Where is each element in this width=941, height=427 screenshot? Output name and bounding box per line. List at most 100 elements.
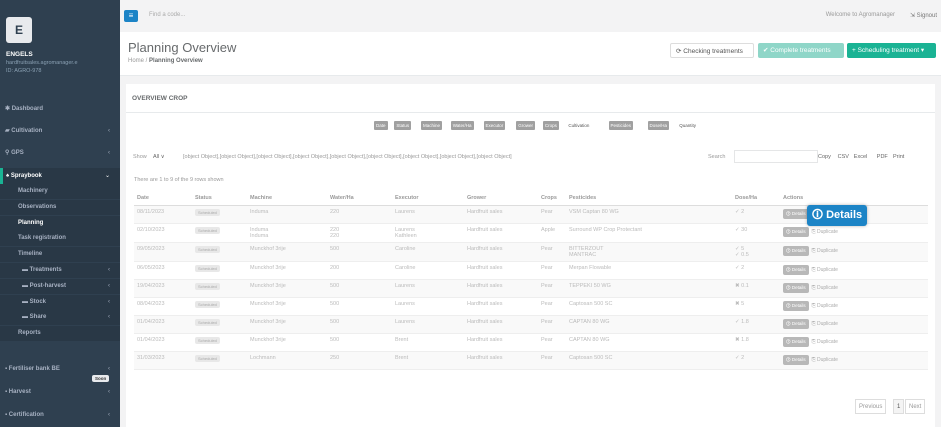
- subnav-item-share[interactable]: ▬ Share ‹: [0, 310, 120, 326]
- details-button[interactable]: 🛈 Details: [783, 208, 809, 219]
- grower-cell-line: Hardfruit sales: [467, 336, 503, 343]
- subnav-item-treatments[interactable]: ▬ Treatments ‹: [0, 263, 120, 278]
- machine-cell-line: Munckhof 3rije: [250, 318, 286, 325]
- duplicate-button[interactable]: ⎘ Duplicate: [812, 285, 838, 291]
- export-copy-button[interactable]: Copy: [818, 154, 831, 160]
- details-button[interactable]: 🛈 Details: [783, 318, 809, 329]
- subnav-item-planning[interactable]: Planning: [0, 215, 120, 231]
- column-toggle-grower[interactable]: Grower: [516, 121, 536, 130]
- water-cell: 500: [327, 279, 392, 298]
- nav-item-cultivation[interactable]: ▰ Cultivation ‹: [0, 123, 120, 139]
- nav-item-certification[interactable]: ▪ Certification ‹: [0, 407, 120, 423]
- subnav-item-task-registration[interactable]: Task registration: [0, 231, 120, 247]
- signout-link[interactable]: ⇲ Signout: [910, 12, 937, 19]
- column-header-grower[interactable]: Grower: [464, 192, 538, 206]
- details-button[interactable]: 🛈 Details: [783, 282, 809, 293]
- column-header-water-ha[interactable]: Water/Ha: [327, 192, 392, 206]
- column-toggle-crops[interactable]: Crops: [542, 121, 559, 130]
- subnav-item-observations[interactable]: Observations: [0, 199, 120, 215]
- subnav-item-timeline[interactable]: Timeline: [0, 247, 120, 263]
- code-search-input[interactable]: Find a code...: [149, 12, 185, 18]
- checking-treatments-button[interactable]: ⟳ Checking treatments: [670, 43, 754, 58]
- duplicate-button[interactable]: ⎘ Duplicate: [812, 303, 838, 309]
- export-excel-button[interactable]: Excel: [854, 154, 867, 160]
- scheduling-treatment-button[interactable]: + Scheduling treatment ▾: [847, 43, 936, 58]
- actions-cell: 🛈 Details⎘ Duplicate: [780, 279, 928, 298]
- nav-label: Spraybook: [10, 173, 42, 179]
- column-toggle-date[interactable]: Date: [374, 121, 388, 130]
- export-pdf-button[interactable]: PDF: [877, 154, 888, 160]
- nav-item-harvest[interactable]: ▪ Harvest ‹: [0, 384, 120, 400]
- executor-cell: Caroline: [392, 242, 464, 262]
- crop-cell: Pear: [538, 261, 566, 280]
- subnav-label: Treatments: [29, 267, 62, 273]
- subnav-item-stock[interactable]: ▬ Stock ‹: [0, 294, 120, 310]
- column-header-crops[interactable]: Crops: [538, 192, 566, 206]
- column-toggle-cultivation[interactable]: Cultivation: [566, 121, 591, 130]
- column-toggle-quantity[interactable]: Quantity: [677, 121, 698, 130]
- pesticide-cell-line: Captosan 500 SC: [569, 300, 613, 307]
- duplicate-button[interactable]: ⎘ Duplicate: [812, 321, 838, 327]
- machine-cell: Munckhof 3rije: [247, 279, 327, 298]
- pesticide-cell: Captosan 500 SC: [566, 351, 732, 370]
- nav-item-gps[interactable]: ⚲ GPS ‹: [0, 145, 120, 161]
- details-button[interactable]: 🛈 Details: [783, 300, 809, 311]
- column-toggle-dose-ha[interactable]: Dose/Ha: [647, 121, 670, 130]
- dose-cell-line: ✖ 1.8: [735, 336, 749, 343]
- details-button[interactable]: 🛈 Details: [783, 245, 809, 256]
- details-button[interactable]: 🛈 Details: [783, 354, 809, 365]
- column-header-actions[interactable]: Actions: [780, 192, 928, 206]
- page-title: Planning Overview: [128, 40, 237, 55]
- details-button[interactable]: 🛈 Details: [783, 264, 809, 275]
- column-header-date[interactable]: Date: [134, 192, 192, 206]
- duplicate-button[interactable]: ⎘ Duplicate: [812, 357, 838, 363]
- crop-cell: Pear: [538, 242, 566, 262]
- column-header-pesticides[interactable]: Pesticides: [566, 192, 732, 206]
- subnav-label: Timeline: [18, 251, 43, 258]
- hamburger-menu-icon[interactable]: ≡: [124, 10, 138, 22]
- table-search-input[interactable]: [734, 150, 818, 163]
- column-header-status[interactable]: Status: [192, 192, 247, 206]
- dose-cell: ✓ 30: [732, 223, 780, 243]
- chevron-icon: ‹: [108, 282, 110, 289]
- details-callout[interactable]: 🛈 Details: [807, 205, 867, 226]
- column-toggle-machine[interactable]: Machine: [421, 121, 443, 130]
- column-header-machine[interactable]: Machine: [247, 192, 327, 206]
- duplicate-button[interactable]: ⎘ Duplicate: [812, 339, 838, 345]
- column-header-dose-ha[interactable]: Dose/Ha: [732, 192, 780, 206]
- column-toggle-status[interactable]: Status: [394, 121, 412, 130]
- export-csv-button[interactable]: CSV: [838, 154, 849, 160]
- grower-cell-line: Hardfruit sales: [467, 354, 503, 361]
- duplicate-button[interactable]: ⎘ Duplicate: [812, 248, 838, 254]
- nav-item-spraybook[interactable]: ♠ Spraybook ⌄: [0, 168, 120, 184]
- page-1-button[interactable]: 1: [893, 399, 905, 414]
- previous-page-button[interactable]: Previous: [855, 399, 887, 414]
- crop-cell-line: Pear: [541, 282, 553, 289]
- subnav-item-reports[interactable]: Reports: [0, 326, 120, 342]
- column-toggle-water-ha[interactable]: Water/Ha: [450, 121, 474, 130]
- complete-treatments-button[interactable]: ✔ Complete treatments: [758, 43, 844, 58]
- duplicate-button[interactable]: ⎘ Duplicate: [812, 229, 838, 235]
- export-print-button[interactable]: Print: [893, 154, 904, 160]
- details-button[interactable]: 🛈 Details: [783, 226, 809, 237]
- show-label: Show: [133, 154, 147, 160]
- details-button[interactable]: 🛈 Details: [783, 336, 809, 347]
- subnav-item-machinery[interactable]: Machinery: [0, 184, 120, 199]
- nav-label: Fertiliser bank BE: [8, 366, 60, 372]
- status-badge: Scheduled: [195, 264, 220, 272]
- crop-cell-line: Pear: [541, 318, 553, 325]
- status-badge: Scheduled: [195, 245, 220, 253]
- breadcrumb-home[interactable]: Home: [128, 58, 144, 64]
- column-toggle-executor[interactable]: Executor: [483, 121, 506, 130]
- page-length-select[interactable]: All ∨: [153, 154, 165, 160]
- column-header-executor[interactable]: Executor: [392, 192, 464, 206]
- status-cell: Scheduled: [192, 315, 247, 334]
- chevron-icon: ‹: [108, 389, 110, 395]
- duplicate-button[interactable]: ⎘ Duplicate: [812, 267, 838, 273]
- crop-cell: Pear: [538, 205, 566, 224]
- column-toggle-pesticides[interactable]: Pesticides: [608, 121, 634, 130]
- executor-cell-line: Laurens: [395, 318, 415, 325]
- nav-item-dashboard[interactable]: ✱ Dashboard: [0, 101, 120, 117]
- subnav-item-post-harvest[interactable]: ▬ Post-harvest ‹: [0, 278, 120, 294]
- next-page-button[interactable]: Next: [905, 399, 926, 414]
